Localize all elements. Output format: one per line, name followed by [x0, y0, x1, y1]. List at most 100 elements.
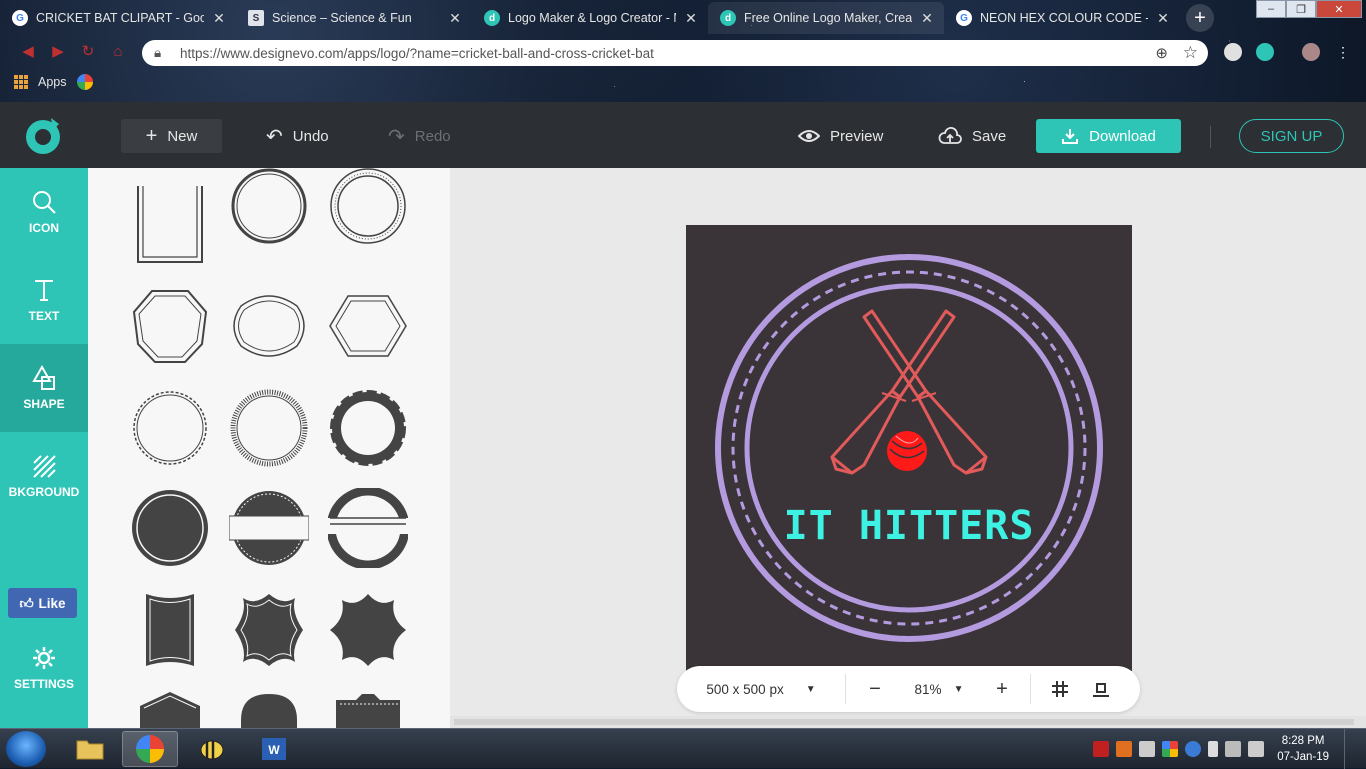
- home-icon[interactable]: ⌂: [110, 44, 126, 60]
- tab-neon-hex[interactable]: G NEON HEX COLOUR CODE - Go ✕: [944, 2, 1180, 34]
- designevo-icon: d: [720, 10, 736, 26]
- tab-cricket-bat[interactable]: G CRICKET BAT CLIPART - Google ✕: [0, 2, 236, 34]
- undo-button[interactable]: ↶ Undo: [266, 119, 329, 153]
- minimize-button[interactable]: –: [1256, 0, 1286, 18]
- google-bookmark-icon[interactable]: [76, 74, 93, 90]
- zoom-icon[interactable]: ⊕: [1155, 44, 1168, 62]
- shape-gear-circle[interactable]: [328, 388, 408, 468]
- clock-time: 8:28 PM: [1281, 735, 1325, 747]
- plus-icon: +: [145, 124, 158, 147]
- designevo-icon: d: [484, 10, 500, 26]
- window-controls: – ❐ ✕: [1256, 0, 1362, 18]
- google-icon: G: [12, 10, 28, 26]
- sidebar-item-settings[interactable]: SETTINGS: [0, 624, 88, 712]
- word-icon: W: [262, 738, 286, 760]
- profile-avatar[interactable]: [1302, 43, 1320, 61]
- shape-arch[interactable]: [229, 690, 309, 728]
- close-icon[interactable]: ✕: [448, 10, 462, 27]
- designevo-logo[interactable]: [24, 116, 64, 156]
- shape-notched-plaque[interactable]: [328, 690, 408, 728]
- system-clock[interactable]: 8:28 PM 07-Jan-19: [1277, 733, 1329, 765]
- extension-icon[interactable]: [1256, 43, 1274, 61]
- shape-circle-hatched[interactable]: [229, 388, 309, 468]
- bluetooth-icon[interactable]: [1185, 741, 1202, 757]
- download-button[interactable]: Download: [1036, 119, 1181, 153]
- zoom-in-button[interactable]: +: [974, 666, 1030, 712]
- bookmark-star-icon[interactable]: ☆: [1183, 43, 1198, 63]
- shape-ornate-plaque[interactable]: [229, 590, 309, 670]
- align-button[interactable]: [1089, 666, 1113, 712]
- preview-button[interactable]: Preview: [798, 119, 883, 153]
- zoom-level-select[interactable]: 81% ▼: [904, 666, 974, 712]
- chrome-tray-icon[interactable]: [1162, 741, 1179, 757]
- close-window-button[interactable]: ✕: [1316, 0, 1362, 18]
- battery-icon[interactable]: [1208, 741, 1219, 757]
- network-icon[interactable]: [1225, 741, 1242, 757]
- logo-emblem[interactable]: [686, 225, 1132, 671]
- extension-icon[interactable]: [1224, 43, 1242, 61]
- shape-shield[interactable]: [130, 690, 210, 728]
- logo-artboard[interactable]: IT HITTERS: [686, 225, 1132, 671]
- logo-title-text[interactable]: IT HITTERS: [686, 503, 1132, 549]
- explorer-taskbar-icon[interactable]: [62, 731, 118, 767]
- tab-logo-maker[interactable]: d Logo Maker & Logo Creator - M ✕: [472, 2, 708, 34]
- chevron-down-icon: ▼: [805, 683, 816, 695]
- shape-rounded-badge[interactable]: [229, 286, 309, 366]
- avast-icon[interactable]: [1116, 741, 1133, 757]
- show-desktop-button[interactable]: [1344, 729, 1356, 769]
- facebook-like-button[interactable]: 👍︎ Like: [8, 588, 77, 618]
- shape-circle-filled[interactable]: [130, 488, 210, 568]
- acrobat-icon[interactable]: [1093, 741, 1110, 757]
- shape-circle-scalloped[interactable]: [130, 388, 210, 468]
- canvas-size-select[interactable]: 500 x 500 px ▼: [677, 666, 845, 712]
- volume-icon[interactable]: [1248, 741, 1265, 757]
- shape-circle-split[interactable]: [328, 488, 408, 568]
- shape-circle-thick[interactable]: [229, 168, 309, 246]
- close-icon[interactable]: ✕: [684, 10, 698, 27]
- scrollbar-thumb[interactable]: [454, 719, 1354, 725]
- redo-button[interactable]: ↷ Redo: [388, 119, 451, 153]
- sidebar-item-text[interactable]: TEXT: [0, 256, 88, 344]
- shape-circle-dotted[interactable]: [328, 168, 408, 246]
- tab-science[interactable]: S Science – Science & Fun ✕: [236, 2, 472, 34]
- tab-free-logo-maker[interactable]: d Free Online Logo Maker, Create ✕: [708, 2, 944, 34]
- shape-circle-banner[interactable]: [229, 488, 309, 568]
- horizontal-scrollbar[interactable]: [450, 716, 1366, 728]
- word-taskbar-icon[interactable]: W: [246, 731, 302, 767]
- grid-toggle-button[interactable]: [1031, 666, 1089, 712]
- close-icon[interactable]: ✕: [920, 10, 934, 27]
- address-bar[interactable]: 🔒︎ https://www.designevo.com/apps/logo/?…: [142, 40, 1208, 66]
- apps-bookmark[interactable]: Apps: [38, 75, 67, 89]
- shape-rect-frame[interactable]: [130, 186, 210, 266]
- sidebar-item-label: TEXT: [28, 309, 60, 323]
- close-icon[interactable]: ✕: [1156, 10, 1170, 27]
- new-button[interactable]: + New: [121, 119, 222, 153]
- sidebar-item-shape[interactable]: SHAPE: [0, 344, 88, 432]
- new-tab-button[interactable]: +: [1186, 4, 1214, 32]
- sidebar-item-icon[interactable]: ICON: [0, 168, 88, 256]
- shape-octagon-frame[interactable]: [130, 286, 210, 366]
- save-button[interactable]: Save: [938, 119, 1006, 153]
- forward-icon[interactable]: ▶: [50, 44, 66, 60]
- canvas-zoom-bar: 500 x 500 px ▼ − 81% ▼ +: [677, 666, 1140, 712]
- chrome-taskbar-icon[interactable]: [122, 731, 178, 767]
- tab-title: Logo Maker & Logo Creator - M: [508, 11, 676, 25]
- menu-icon[interactable]: ⋮: [1336, 43, 1350, 61]
- shape-curved-plaque[interactable]: [328, 590, 408, 670]
- back-icon[interactable]: ◀: [20, 44, 36, 60]
- reload-icon[interactable]: ↻: [80, 44, 96, 60]
- shape-hexagon-frame[interactable]: [328, 286, 408, 366]
- close-icon[interactable]: ✕: [212, 10, 226, 27]
- signup-button[interactable]: SIGN UP: [1239, 119, 1344, 153]
- like-label: Like: [38, 595, 66, 611]
- maximize-button[interactable]: ❐: [1286, 0, 1316, 18]
- search-icon: [33, 191, 56, 214]
- zoom-out-button[interactable]: −: [846, 666, 904, 712]
- action-center-icon[interactable]: [1139, 741, 1156, 757]
- shape-tall-plaque[interactable]: [130, 590, 210, 670]
- start-button[interactable]: [6, 731, 46, 767]
- undo-icon: ↶: [266, 125, 283, 148]
- app-taskbar-icon[interactable]: [184, 731, 240, 767]
- text-icon: [35, 280, 53, 301]
- sidebar-item-background[interactable]: BKGROUND: [0, 432, 88, 520]
